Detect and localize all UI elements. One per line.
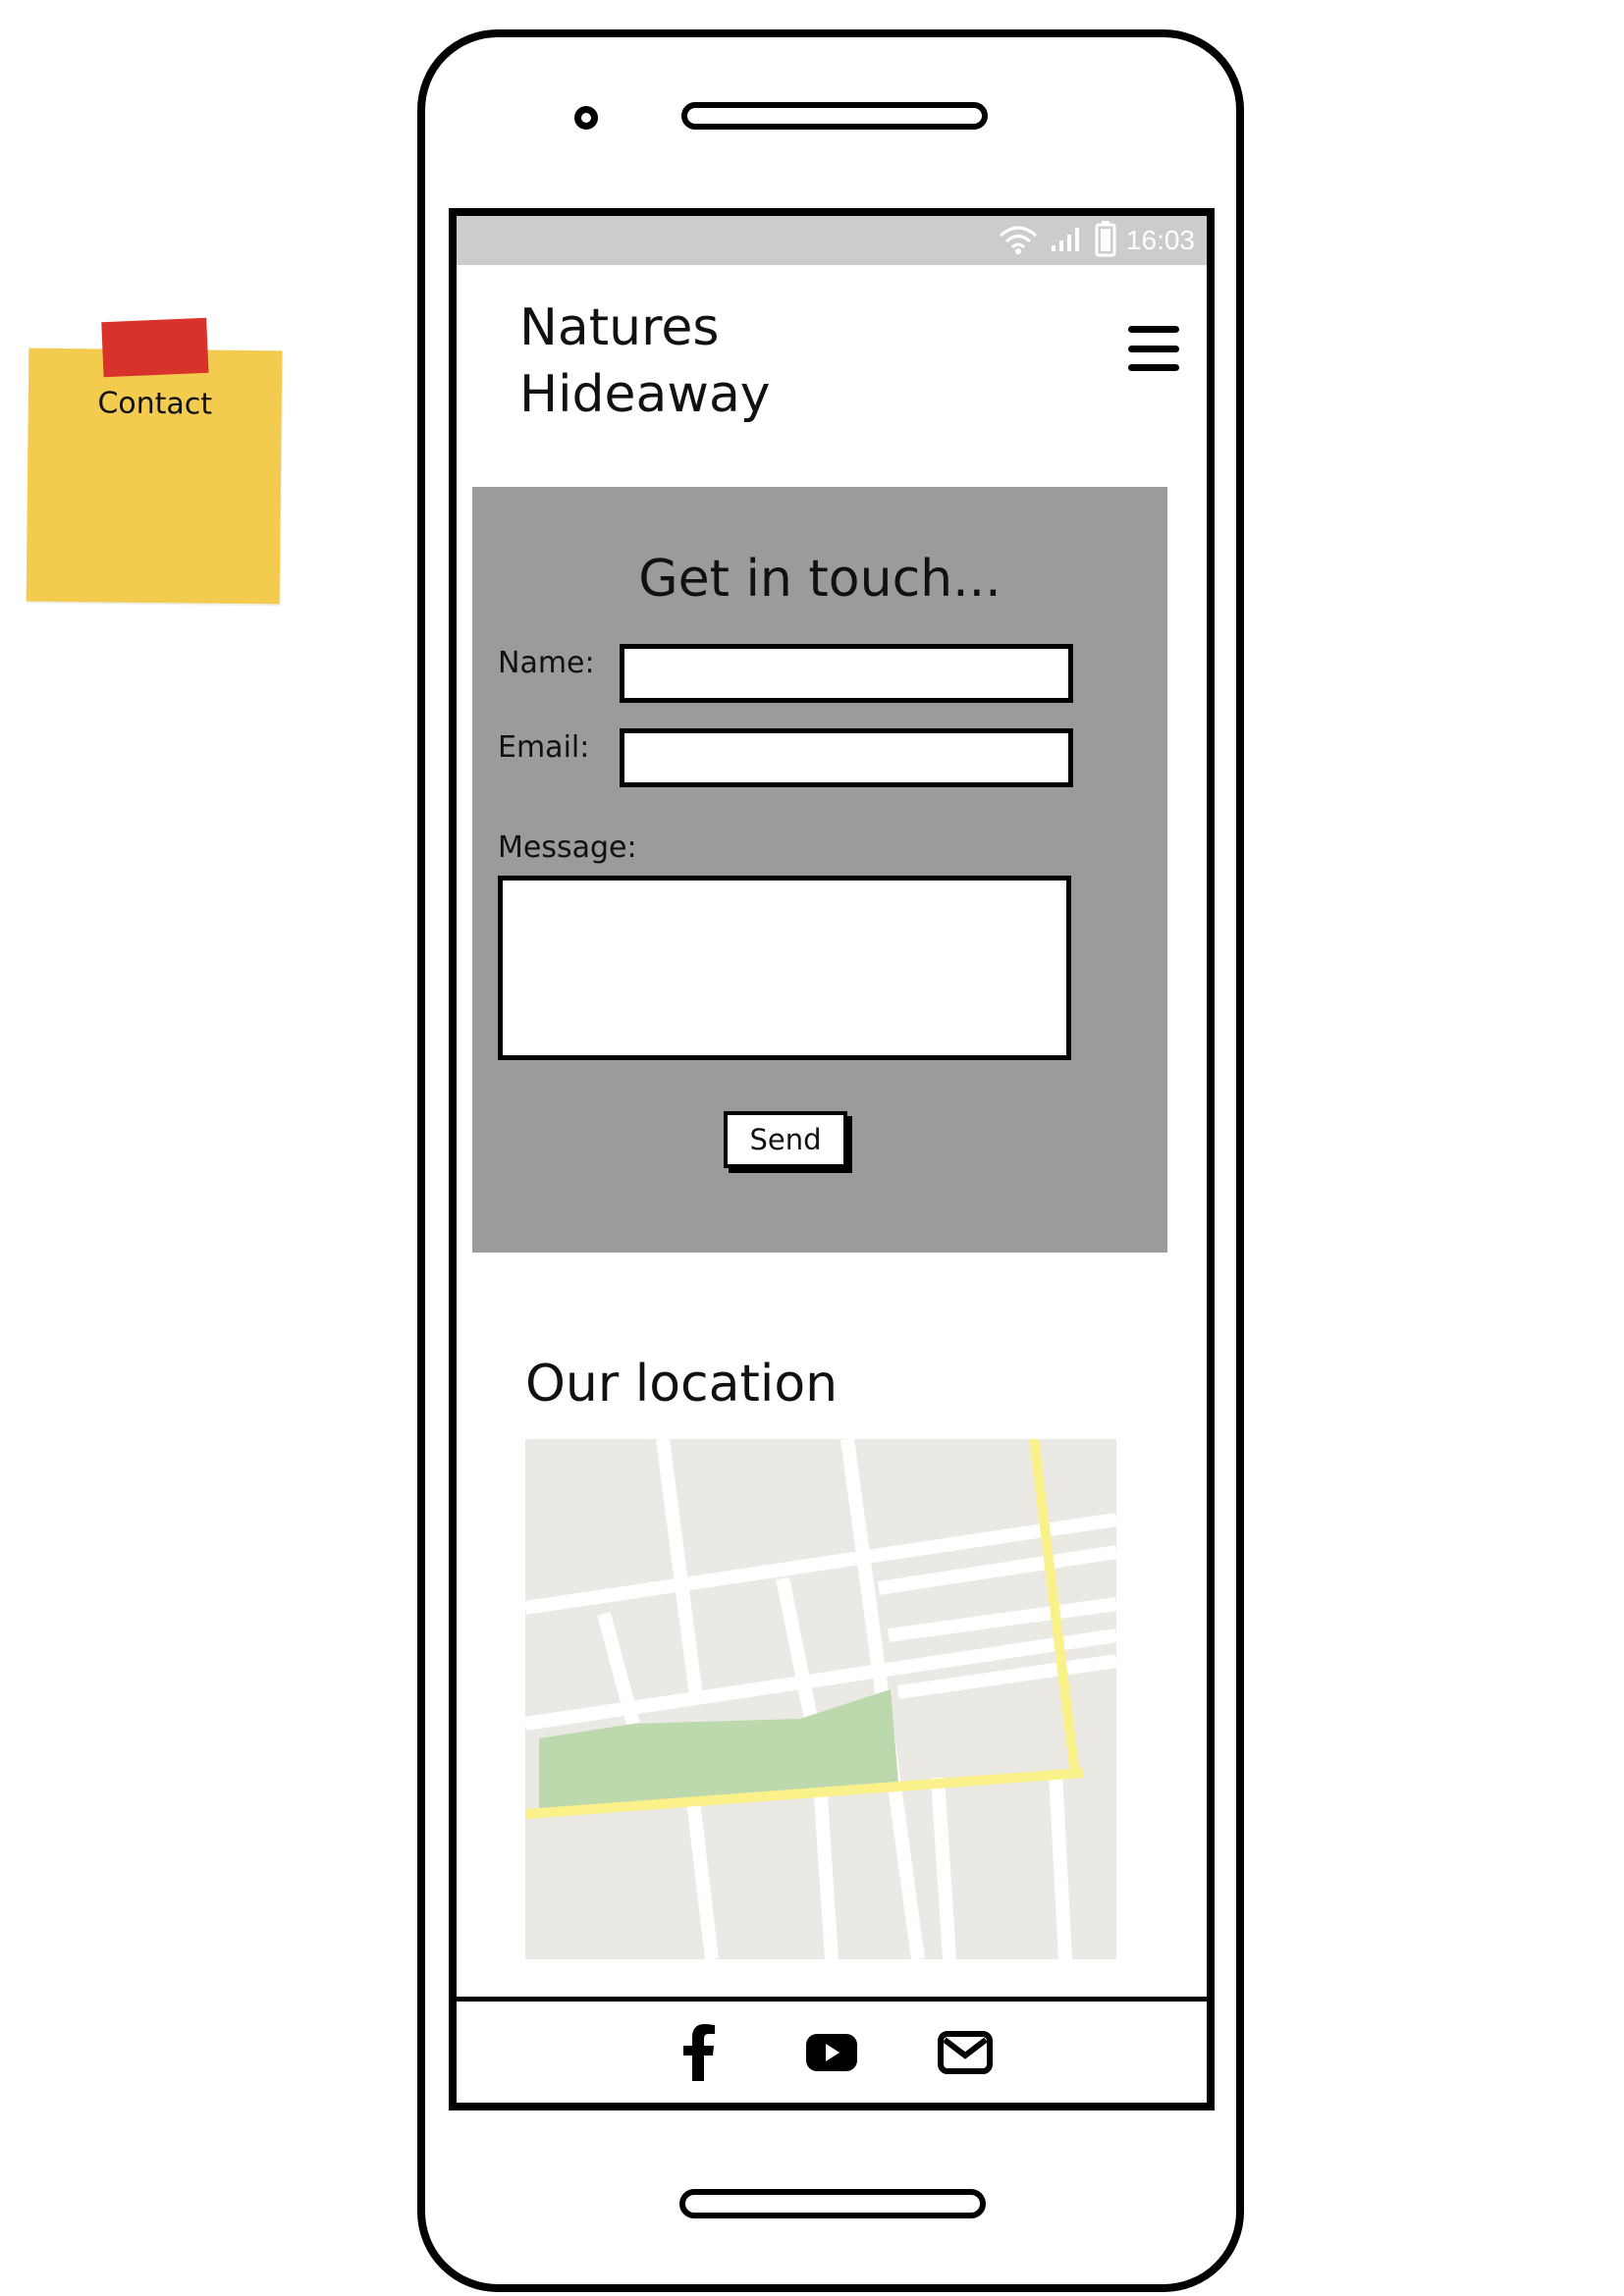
location-map[interactable]: [525, 1439, 1116, 1959]
name-label: Name:: [498, 646, 595, 680]
hamburger-menu-icon[interactable]: [1128, 326, 1179, 371]
sticky-note-label: Contact: [97, 386, 213, 422]
facebook-icon[interactable]: [669, 2023, 728, 2082]
home-bar[interactable]: [679, 2189, 986, 2218]
phone-screen: 16:03 Natures Hideaway Get in touch... N…: [449, 208, 1215, 2110]
email-icon[interactable]: [936, 2023, 995, 2082]
location-title: Our location: [525, 1355, 839, 1414]
name-input[interactable]: [620, 644, 1073, 703]
battery-icon: [1095, 220, 1116, 261]
message-textarea[interactable]: [498, 876, 1071, 1060]
send-button[interactable]: Send: [724, 1111, 847, 1168]
wifi-icon: [997, 222, 1040, 259]
form-title: Get in touch...: [638, 550, 1001, 609]
brand-line-2: Hideaway: [519, 365, 771, 424]
camera-icon: [574, 106, 598, 130]
tape: [101, 317, 209, 378]
status-bar: 16:03: [457, 216, 1207, 265]
status-time: 16:03: [1125, 225, 1195, 255]
signal-icon: [1050, 224, 1085, 257]
footer: [457, 1997, 1207, 2103]
email-label: Email:: [498, 730, 590, 765]
email-input[interactable]: [620, 728, 1073, 787]
sticky-note: Contact: [26, 317, 283, 605]
message-label: Message:: [498, 830, 637, 865]
youtube-icon[interactable]: [802, 2023, 861, 2082]
brand-line-1: Natures: [519, 298, 720, 357]
brand-title[interactable]: Natures Hideaway: [519, 294, 912, 428]
map-graphic: [525, 1439, 1116, 1959]
status-icons: 16:03: [997, 216, 1195, 265]
speaker-grille: [681, 102, 988, 130]
contact-form: Get in touch... Name: Email: Message: Se…: [472, 487, 1167, 1253]
